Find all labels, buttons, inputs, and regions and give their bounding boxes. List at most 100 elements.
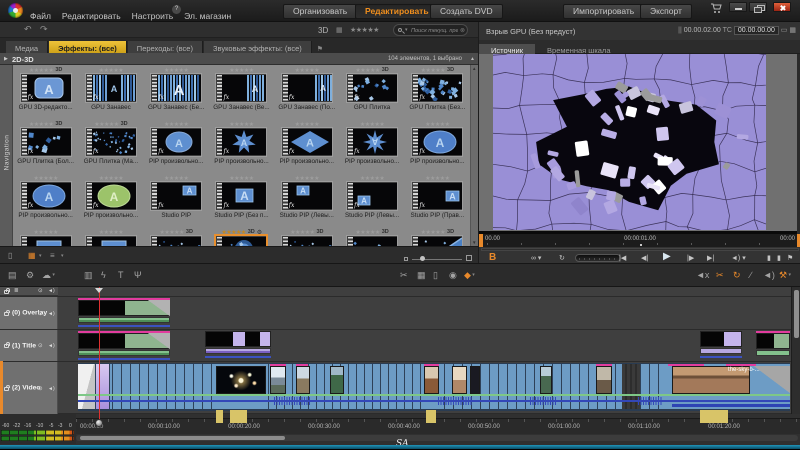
speaker-icon[interactable]: ◄) bbox=[48, 311, 55, 317]
stars-icon[interactable]: ★★★★★ bbox=[360, 175, 385, 182]
cloud-icon-dropdown[interactable]: ▾ bbox=[51, 272, 55, 278]
effect-thumbnail[interactable]: fx bbox=[20, 128, 71, 156]
menu-1[interactable]: Файл bbox=[30, 11, 51, 21]
stars-icon[interactable]: ★★★★★ bbox=[360, 121, 385, 128]
stars-icon[interactable]: ★★★★★ bbox=[229, 121, 254, 128]
vscroll-thumb[interactable] bbox=[793, 290, 799, 338]
loop-playback-icon[interactable]: ↻ bbox=[733, 271, 741, 280]
stars-icon[interactable]: ★★★★★ bbox=[33, 229, 58, 236]
lock-icon[interactable] bbox=[4, 288, 10, 294]
preview-scrollbar[interactable] bbox=[481, 248, 799, 251]
stars-icon[interactable]: ★★★★★ bbox=[164, 67, 189, 74]
action-button-2[interactable]: Экспорт bbox=[640, 4, 692, 19]
shop-cart-icon[interactable] bbox=[710, 3, 722, 14]
effect-gear-icon[interactable]: ⚙ bbox=[257, 229, 262, 236]
clip[interactable] bbox=[756, 331, 790, 360]
scroll-down-icon[interactable]: ▼ bbox=[472, 240, 476, 245]
stars-icon[interactable]: ★★★★★ bbox=[425, 175, 450, 182]
playhead-knob[interactable] bbox=[95, 419, 103, 427]
trash-icon[interactable]: ▯ bbox=[433, 271, 438, 280]
effect-thumbnail[interactable]: fx bbox=[347, 236, 398, 246]
stars-icon[interactable]: ★★★★★ bbox=[421, 229, 446, 236]
marker-in-icon[interactable]: ▮ bbox=[767, 254, 771, 262]
effect-thumbnail[interactable]: fx bbox=[214, 234, 269, 246]
effect-thumbnail[interactable]: fx bbox=[85, 128, 136, 156]
snapshot-camera-icon[interactable]: ◉ bbox=[449, 271, 457, 280]
stars-icon[interactable]: ★★★★★ bbox=[164, 175, 189, 182]
effect-item[interactable]: ★★★★★ 3D fx GPU Плитка (Без... bbox=[405, 65, 470, 119]
effect-item[interactable]: ★★★★★ Afx GPU Занавес (Бе... bbox=[144, 65, 209, 119]
stars-icon[interactable]: ★★★★★ bbox=[355, 229, 380, 236]
preview-scrubber[interactable]: 00.00 00:00:01.00 00:00 bbox=[479, 234, 800, 247]
grid-icon[interactable]: ▦ bbox=[417, 271, 426, 280]
timeline-marker[interactable] bbox=[230, 410, 247, 423]
stars-icon[interactable]: ★★★★★ bbox=[425, 121, 450, 128]
marker-out-icon[interactable]: ▮ bbox=[777, 254, 781, 262]
clip[interactable] bbox=[205, 331, 271, 360]
stars-icon[interactable]: ★★★★★ bbox=[295, 121, 320, 128]
forest-clip-thumbnail[interactable] bbox=[330, 366, 344, 394]
grid-view-icon-dropdown[interactable]: ▾ bbox=[39, 253, 42, 259]
mute-icon[interactable]: ◄x bbox=[696, 271, 709, 280]
marker-icon-dropdown[interactable]: ▾ bbox=[471, 272, 475, 278]
effect-item[interactable]: ★★★★★3Dfx bbox=[274, 227, 339, 246]
effect-thumbnail[interactable]: Afx bbox=[20, 182, 71, 210]
audio-monitor-icon[interactable]: ◄) bbox=[763, 271, 775, 280]
clip[interactable] bbox=[78, 298, 170, 327]
title-editor-icon[interactable]: T bbox=[118, 271, 124, 280]
fireworks-clip-thumbnail[interactable] bbox=[216, 366, 266, 394]
film-icon[interactable]: ▦ bbox=[789, 27, 796, 34]
effect-thumbnail[interactable]: Afx bbox=[412, 128, 463, 156]
view-3d-label[interactable]: 3D bbox=[318, 26, 328, 35]
effect-item[interactable]: ★★★★★ Afx PIP произвольно... bbox=[78, 173, 143, 227]
effect-item[interactable]: ★★★★★Afx bbox=[13, 227, 78, 246]
lock-icon[interactable] bbox=[4, 309, 10, 316]
mtn-clip-thumbnail[interactable] bbox=[296, 366, 310, 394]
mode-button-1[interactable]: Организовать bbox=[283, 4, 358, 19]
stars-icon[interactable]: ★★★★★ bbox=[99, 175, 124, 182]
timeline-vscrollbar[interactable] bbox=[791, 287, 800, 414]
stars-icon[interactable]: ★★★★★ bbox=[295, 67, 320, 74]
speaker-icon[interactable]: ◄) bbox=[48, 343, 55, 349]
section-header[interactable]: ▶ 2D-3D 104 элементов, 1 выбрано ▲ bbox=[0, 53, 478, 65]
canyon-clip-thumbnail[interactable] bbox=[424, 366, 439, 394]
mode-button-3[interactable]: Создать DVD bbox=[430, 4, 503, 19]
undo-button[interactable]: ↶ bbox=[24, 24, 32, 35]
effect-thumbnail[interactable]: Afx bbox=[20, 236, 71, 246]
list-view-icon-dropdown[interactable]: ▾ bbox=[61, 253, 64, 259]
rider-clip-thumbnail[interactable] bbox=[596, 366, 612, 394]
stars-icon[interactable]: ★★★★★ bbox=[33, 175, 58, 182]
volume-icon[interactable]: ◄) ▾ bbox=[731, 254, 746, 262]
effect-thumbnail[interactable]: Afx bbox=[20, 74, 71, 102]
effect-item[interactable]: ★★★★★ Afx Studio PIP bbox=[144, 173, 209, 227]
list-view-icon[interactable]: ≡ bbox=[50, 251, 55, 260]
playhead-marker-icon[interactable] bbox=[95, 288, 103, 293]
jump-end-icon[interactable]: ▶| bbox=[707, 254, 714, 262]
effect-thumbnail[interactable]: Afx bbox=[85, 236, 136, 246]
audio-mixer-icon[interactable]: ▥ bbox=[84, 271, 93, 280]
stars-icon[interactable]: ★★★★★ bbox=[94, 121, 119, 128]
mode-button-2[interactable]: Редактировать bbox=[355, 4, 439, 19]
effect-thumbnail[interactable]: Afx bbox=[347, 182, 398, 210]
stars-icon[interactable]: ★★★★★ bbox=[229, 175, 254, 182]
effect-item[interactable]: ★★★★★ Afx Studio PIP (Левы... bbox=[339, 173, 404, 227]
timeline-marker[interactable] bbox=[700, 410, 728, 423]
effect-thumbnail[interactable]: Afx bbox=[216, 182, 267, 210]
rating-filter-stars[interactable]: ★★★★★ bbox=[350, 26, 379, 34]
effect-item[interactable]: ★★★★★ Afx PIP произвольно... bbox=[405, 119, 470, 173]
girl-clip-thumbnail[interactable] bbox=[452, 366, 467, 394]
close-icon[interactable] bbox=[773, 2, 791, 12]
effect-thumbnail[interactable]: Afx bbox=[412, 182, 463, 210]
zoom-slider-knob[interactable] bbox=[420, 256, 425, 261]
effect-thumbnail[interactable]: Afx bbox=[151, 128, 202, 156]
effect-item[interactable]: ★★★★★ Afx PIP произвольно... bbox=[144, 119, 209, 173]
voiceover-mic-icon[interactable]: Ψ bbox=[134, 271, 142, 280]
effect-item[interactable]: ★★★★★ Afx PIP произвольно... bbox=[274, 119, 339, 173]
help-icon[interactable]: ? bbox=[172, 5, 181, 14]
effect-item[interactable]: ★★★★★ 3D fx GPU Плитка bbox=[339, 65, 404, 119]
flag-marker-icon[interactable]: ⚑ bbox=[787, 254, 793, 262]
stars-icon[interactable]: ★★★★★ bbox=[29, 67, 54, 74]
clip[interactable] bbox=[700, 331, 742, 360]
razor-icon[interactable]: ✂ bbox=[400, 271, 408, 280]
timeline-marker[interactable] bbox=[216, 410, 223, 423]
